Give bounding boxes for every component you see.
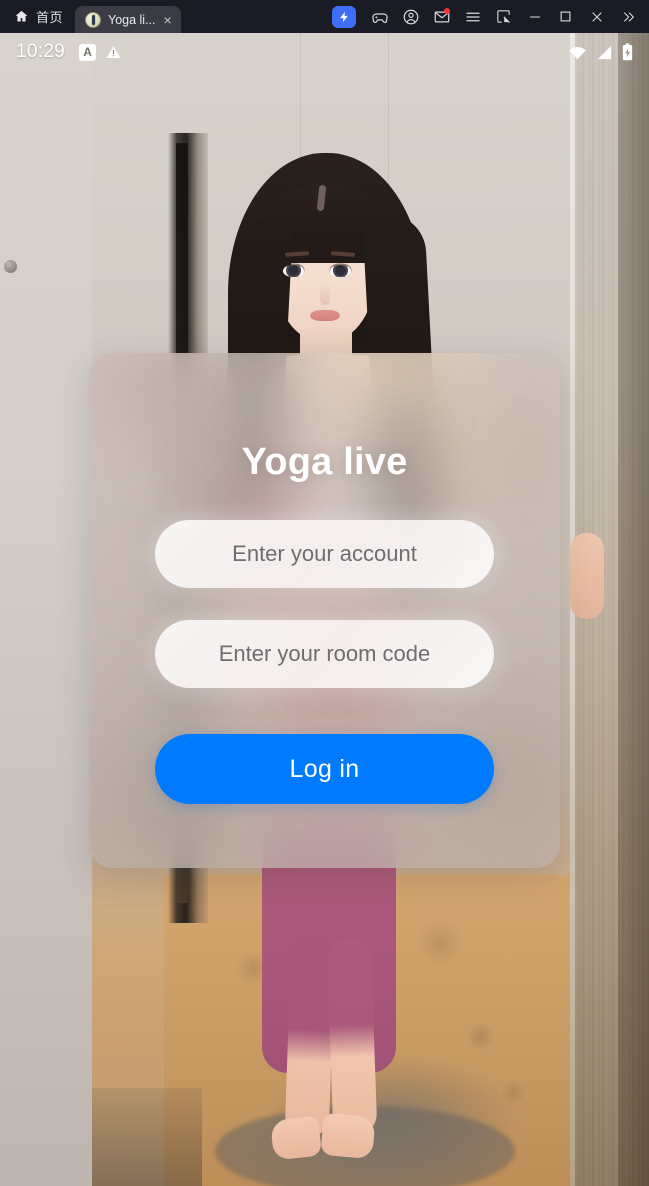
subject-eye-left (283, 265, 304, 277)
room-code-input[interactable] (155, 620, 494, 688)
warning-triangle-icon (105, 44, 122, 60)
status-left-icons: A (79, 43, 122, 61)
subject-right-leg (326, 937, 378, 1137)
home-button[interactable]: 首页 (0, 0, 75, 33)
home-icon (14, 9, 29, 24)
tab-title: Yoga li... (108, 12, 156, 27)
tab-close-icon[interactable]: × (163, 13, 173, 27)
status-time: 10:29 (16, 41, 66, 62)
boost-icon[interactable] (332, 5, 356, 28)
minimize-icon[interactable] (519, 0, 550, 33)
login-card: Yoga live Log in (89, 353, 560, 868)
input-method-icon: A (79, 43, 97, 61)
login-card-content: Yoga live Log in (89, 353, 560, 868)
app-title: Yoga live (241, 441, 408, 483)
menu-icon[interactable] (457, 0, 488, 33)
maximize-icon[interactable] (550, 0, 581, 33)
cellular-signal-icon (596, 45, 613, 60)
close-icon[interactable] (581, 0, 612, 33)
status-right-icons (568, 43, 633, 61)
account-icon[interactable] (395, 0, 426, 33)
android-status-bar: 10:29 A (0, 33, 649, 71)
chevron-double-right-icon[interactable] (612, 0, 643, 33)
tab-yoga-live[interactable]: Yoga li... × (75, 6, 181, 33)
account-input[interactable] (155, 520, 494, 588)
gamepad-icon[interactable] (364, 0, 395, 33)
tab-strip: Yoga li... × (75, 0, 181, 33)
titlebar-icon-group (330, 0, 649, 33)
screenshot-icon[interactable] (488, 0, 519, 33)
subject-hand (570, 533, 604, 619)
login-button[interactable]: Log in (155, 734, 494, 804)
android-screen: 10:29 A Yoga live Enter your account Ent… (0, 33, 649, 1186)
subject-eye-right (330, 265, 351, 277)
subject-nose (320, 283, 330, 305)
battery-charging-icon (622, 43, 633, 61)
home-button-label: 首页 (36, 10, 64, 25)
subject-right-foot (320, 1112, 376, 1160)
emulator-titlebar: 首页 Yoga li... × (0, 0, 649, 33)
subject-left-foot (270, 1115, 322, 1161)
mail-unread-badge (444, 8, 450, 14)
yoga-app-favicon (85, 11, 102, 28)
subject-lips (310, 310, 340, 321)
wifi-icon (568, 45, 587, 60)
mail-icon[interactable] (426, 0, 457, 33)
